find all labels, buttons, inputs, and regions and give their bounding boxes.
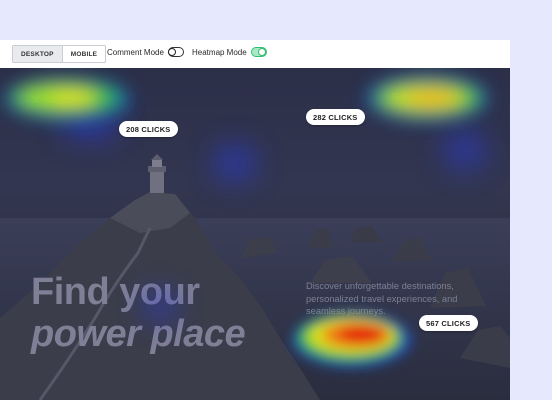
comment-mode-label: Comment Mode xyxy=(107,47,164,57)
hero-headline: Find your power place xyxy=(31,271,246,355)
tab-mobile[interactable]: MOBILE xyxy=(61,46,105,62)
comment-mode-toggle[interactable] xyxy=(167,47,184,57)
headline-line-2: power place xyxy=(31,313,246,355)
site-logo-text: Explorers xyxy=(43,94,95,106)
nav-discover-more-button[interactable]: Discover more xyxy=(392,92,448,101)
website-preview: ✕ Explorers Discover more Find your powe… xyxy=(0,68,510,400)
click-count-badge: 567 CLICKS xyxy=(419,315,478,331)
headline-line-1: Find your xyxy=(31,271,200,313)
toggle-knob xyxy=(167,48,176,56)
heatmap-mode-control: Heatmap Mode xyxy=(192,47,267,57)
click-count-badge: 208 CLICKS xyxy=(119,121,178,137)
heatmap-mode-toggle[interactable] xyxy=(250,47,267,57)
click-count-badge: 282 CLICKS xyxy=(306,109,365,125)
x-icon: ✕ xyxy=(30,92,41,107)
comment-mode-control: Comment Mode xyxy=(107,47,184,57)
heatmap-mode-label: Heatmap Mode xyxy=(192,47,247,57)
heatmap-toolbar: DESKTOP MOBILE Comment Mode Heatmap Mode xyxy=(0,40,510,68)
toggle-knob xyxy=(257,48,266,56)
device-switcher: DESKTOP MOBILE xyxy=(12,45,107,63)
site-logo[interactable]: ✕ Explorers xyxy=(30,92,95,108)
hero-subtext: Discover unforgettable destinations, per… xyxy=(306,281,458,316)
hero-discover-more-button[interactable]: Discover more xyxy=(319,335,375,344)
app-window: DESKTOP MOBILE Comment Mode Heatmap Mode xyxy=(0,40,510,400)
tab-desktop[interactable]: DESKTOP xyxy=(13,46,62,62)
